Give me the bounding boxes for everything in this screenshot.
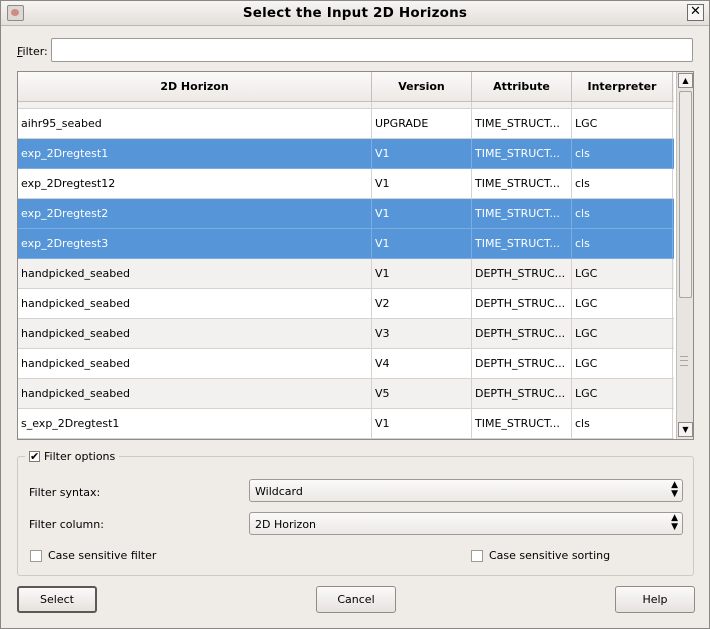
table-cell-version: V1 [372, 199, 472, 228]
table-body: aihr95_seabed UPGRADE TIME_STRUCT... LGC exp… [18, 102, 674, 439]
table-cell-interpreter: LGC [572, 319, 673, 348]
table-row[interactable]: exp_2Dregtest12 V1 TIME_STRUCT... cls [18, 169, 674, 199]
scroll-thumb[interactable] [679, 91, 692, 298]
table-row[interactable]: handpicked_seabed V2 DEPTH_STRUC... LGC [18, 289, 674, 319]
title-bar[interactable]: Select the Input 2D Horizons ✕ [1, 1, 709, 26]
table-cell-attribute: TIME_STRUCT... [472, 229, 572, 258]
checkbox-box[interactable] [30, 549, 42, 562]
table-row[interactable]: exp_2Dregtest1 V1 TIME_STRUCT... cls [18, 139, 674, 169]
table-cell-interpreter: cls [572, 199, 673, 228]
table-cell-version: V2 [372, 289, 472, 318]
table-cell-interpreter: cls [572, 139, 673, 168]
table-cell [372, 102, 472, 108]
table-row[interactable]: exp_2Dregtest3 V1 TIME_STRUCT... cls [18, 229, 674, 259]
table-cell-version: V1 [372, 229, 472, 258]
table-row[interactable]: exp_2Dregtest2 V1 TIME_STRUCT... cls [18, 199, 674, 229]
case-sensitive-sorting-checkbox[interactable]: Case sensitive sorting [471, 549, 610, 562]
table-cell-horizon: exp_2Dregtest3 [18, 229, 372, 258]
table-cell-horizon: handpicked_seabed [18, 319, 372, 348]
filter-options-toggle[interactable]: ✔ Filter options [25, 450, 120, 463]
updown-arrows-icon: ▲ ▼ [671, 513, 678, 532]
table-cell-attribute: DEPTH_STRUC... [472, 289, 572, 318]
table-row[interactable]: handpicked_seabed V4 DEPTH_STRUC... LGC [18, 349, 674, 379]
case-sensitive-filter-label: Case sensitive filter [48, 549, 157, 562]
table-cell-interpreter: LGC [572, 379, 673, 408]
table-cell [572, 102, 673, 108]
filter-options-label: Filter options [44, 450, 116, 463]
table-cell-horizon: handpicked_seabed [18, 349, 372, 378]
scroll-down-icon[interactable]: ▼ [678, 422, 693, 437]
filter-label: Filter: [17, 45, 48, 58]
help-button[interactable]: Help [615, 586, 695, 613]
table-row[interactable]: handpicked_seabed V1 DEPTH_STRUC... LGC [18, 259, 674, 289]
table-cell-version: V4 [372, 349, 472, 378]
dialog-window: Select the Input 2D Horizons ✕ Filter: 2… [0, 0, 710, 629]
filter-column-value: 2D Horizon [255, 518, 317, 531]
table-cell-version: V1 [372, 139, 472, 168]
table-cell-interpreter: LGC [572, 349, 673, 378]
select-button[interactable]: Select [17, 586, 97, 613]
table-cell-interpreter: LGC [572, 259, 673, 288]
column-header-version[interactable]: Version [372, 72, 472, 101]
table-scrollbar[interactable]: ▲ ▼ [676, 72, 693, 439]
checkmark-icon[interactable]: ✔ [29, 451, 40, 462]
table-cell-attribute: DEPTH_STRUC... [472, 259, 572, 288]
filter-syntax-value: Wildcard [255, 485, 303, 498]
table-cell-horizon: s_exp_2Dregtest1 [18, 409, 372, 438]
table-cell-attribute: DEPTH_STRUC... [472, 319, 572, 348]
table-cell-horizon: exp_2Dregtest12 [18, 169, 372, 198]
table-cell-horizon: aihr95_seabed [18, 109, 372, 138]
scroll-up-icon[interactable]: ▲ [678, 73, 693, 88]
checkbox-box[interactable] [471, 549, 483, 562]
column-header-interpreter[interactable]: Interpreter [572, 72, 673, 101]
table-cell-attribute: TIME_STRUCT... [472, 109, 572, 138]
table-cell-horizon: exp_2Dregtest1 [18, 139, 372, 168]
column-header-2d-horizon[interactable]: 2D Horizon [18, 72, 372, 101]
table-row[interactable]: handpicked_seabed V5 DEPTH_STRUC... LGC [18, 379, 674, 409]
table-cell-attribute: TIME_STRUCT... [472, 199, 572, 228]
updown-arrows-icon: ▲ ▼ [671, 480, 678, 499]
table-cell-horizon: exp_2Dregtest2 [18, 199, 372, 228]
table-cell-interpreter: cls [572, 169, 673, 198]
column-header-attribute[interactable]: Attribute [472, 72, 572, 101]
filter-column-combo[interactable]: 2D Horizon ▲ ▼ [249, 512, 683, 535]
table-cell-attribute: TIME_STRUCT... [472, 169, 572, 198]
table-cell-horizon: handpicked_seabed [18, 379, 372, 408]
filter-syntax-label: Filter syntax: [29, 486, 101, 499]
table-cell-attribute: DEPTH_STRUC... [472, 379, 572, 408]
table-cell-version: V5 [372, 379, 472, 408]
table-cell-horizon: handpicked_seabed [18, 289, 372, 318]
dialog-title: Select the Input 2D Horizons [242, 5, 468, 21]
table-row-partial[interactable] [18, 102, 674, 109]
table-cell-interpreter: LGC [572, 289, 673, 318]
filter-input[interactable] [51, 38, 693, 62]
filter-column-label: Filter column: [29, 518, 104, 531]
horizon-table: 2D Horizon Version Attribute Interpreter… [17, 71, 694, 440]
case-sensitive-filter-checkbox[interactable]: Case sensitive filter [30, 549, 156, 562]
table-cell-horizon: handpicked_seabed [18, 259, 372, 288]
table-cell-attribute: TIME_STRUCT... [472, 139, 572, 168]
table-row[interactable]: handpicked_seabed V3 DEPTH_STRUC... LGC [18, 319, 674, 349]
table-cell [472, 102, 572, 108]
grip-icon [680, 356, 688, 366]
table-row[interactable]: aihr95_seabed UPGRADE TIME_STRUCT... LGC [18, 109, 674, 139]
table-cell-attribute: DEPTH_STRUC... [472, 349, 572, 378]
table-cell-interpreter: LGC [572, 109, 673, 138]
table-row[interactable]: s_exp_2Dregtest1 V1 TIME_STRUCT... cls [18, 409, 674, 439]
table-cell-interpreter: cls [572, 409, 673, 438]
table-cell-version: V1 [372, 409, 472, 438]
case-sensitive-sorting-label: Case sensitive sorting [489, 549, 611, 562]
table-cell-version: V1 [372, 259, 472, 288]
table-cell-version: V1 [372, 169, 472, 198]
filter-syntax-combo[interactable]: Wildcard ▲ ▼ [249, 479, 683, 502]
table-cell-version: UPGRADE [372, 109, 472, 138]
cancel-button[interactable]: Cancel [316, 586, 396, 613]
close-icon[interactable]: ✕ [687, 4, 704, 21]
table-cell [18, 102, 372, 108]
table-cell-attribute: TIME_STRUCT... [472, 409, 572, 438]
table-cell-interpreter: cls [572, 229, 673, 258]
table-header: 2D Horizon Version Attribute Interpreter [18, 72, 674, 102]
table-cell-version: V3 [372, 319, 472, 348]
